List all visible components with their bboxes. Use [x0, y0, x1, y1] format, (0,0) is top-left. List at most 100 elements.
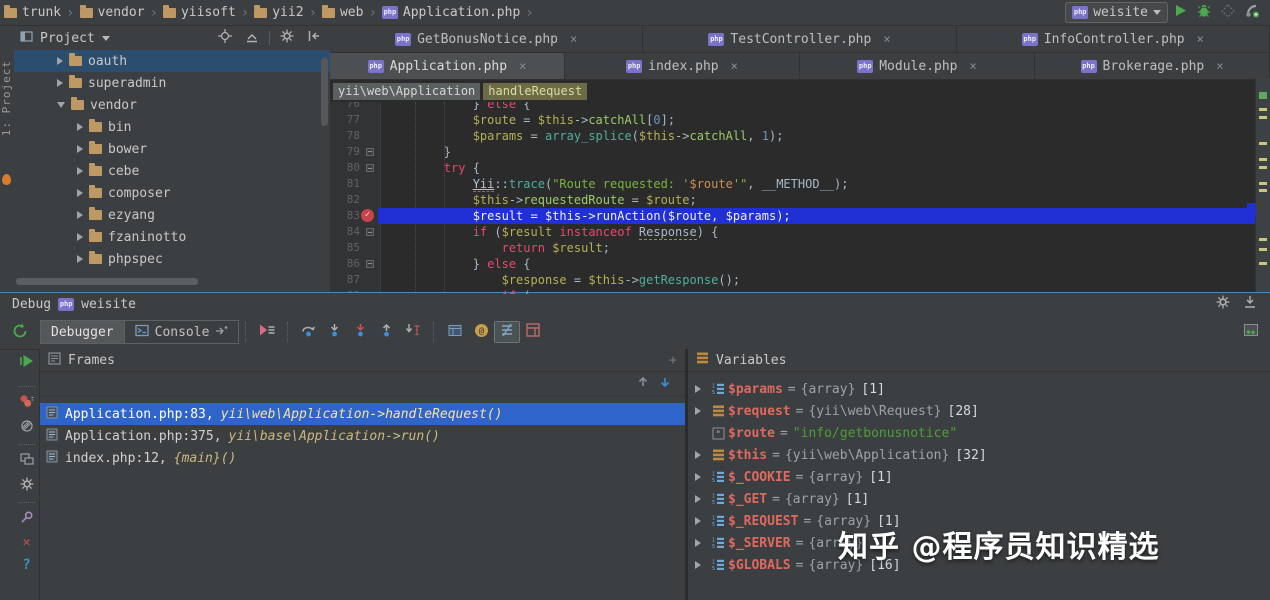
- debug-settings-button[interactable]: [1213, 294, 1233, 314]
- chevron-right-icon[interactable]: [688, 539, 708, 547]
- hide-panel-button[interactable]: [304, 28, 324, 48]
- variable-row-this[interactable]: $this={yii\web\Application}[32]: [688, 444, 1270, 466]
- tool-button-project[interactable]: 1: Project: [0, 60, 13, 136]
- debug-button[interactable]: [1192, 2, 1216, 24]
- project-settings-button[interactable]: [277, 28, 297, 48]
- breadcrumb-item[interactable]: phpApplication.php: [382, 5, 520, 20]
- stack-frame-row[interactable]: Application.php:375, yii\base\Applicatio…: [40, 425, 685, 447]
- tree-item-oauth[interactable]: oauth: [14, 50, 330, 72]
- tree-item-ezyang[interactable]: ezyang: [14, 204, 330, 226]
- resume-button[interactable]: [20, 354, 34, 372]
- chevron-right-icon[interactable]: [77, 233, 83, 241]
- chevron-right-icon[interactable]: [77, 145, 83, 153]
- chevron-right-icon[interactable]: [688, 451, 708, 459]
- editor-tab[interactable]: phpindex.php×: [565, 53, 800, 79]
- rerun-button[interactable]: [0, 323, 40, 342]
- vertical-scrollbar[interactable]: [321, 58, 328, 126]
- breadcrumb-item[interactable]: yiisoft: [163, 5, 236, 20]
- close-button[interactable]: ✕: [23, 535, 31, 550]
- variable-row-params[interactable]: 15$params={array}[1]: [688, 378, 1270, 400]
- restore-layout-button[interactable]: [20, 452, 34, 470]
- force-step-into-button[interactable]: [348, 321, 374, 343]
- breadcrumb-item[interactable]: web: [322, 5, 363, 20]
- fold-marker-icon[interactable]: [366, 164, 374, 172]
- chevron-right-icon[interactable]: [688, 407, 708, 415]
- next-frame-button[interactable]: [659, 376, 671, 392]
- fold-marker-icon[interactable]: [366, 260, 374, 268]
- settings-button[interactable]: [20, 477, 34, 495]
- help-button[interactable]: ?: [22, 557, 30, 573]
- view-breakpoints-button[interactable]: [442, 321, 468, 343]
- stack-frame-row[interactable]: Application.php:83, yii\web\Application-…: [40, 403, 685, 425]
- editor-tab[interactable]: phpModule.php×: [800, 53, 1035, 79]
- close-icon[interactable]: ×: [731, 59, 738, 73]
- chevron-right-icon[interactable]: [77, 255, 83, 263]
- tree-item-fzaninotto[interactable]: fzaninotto: [14, 226, 330, 248]
- tree-item-cebe[interactable]: cebe: [14, 160, 330, 182]
- chevron-right-icon[interactable]: [77, 211, 83, 219]
- close-icon[interactable]: ×: [1197, 32, 1204, 46]
- error-stripe[interactable]: [1255, 78, 1270, 292]
- collapse-all-button[interactable]: [242, 28, 262, 48]
- editor-tab[interactable]: phpApplication.php×: [330, 53, 565, 79]
- chevron-right-icon[interactable]: [688, 517, 708, 525]
- project-title[interactable]: Project: [40, 31, 95, 46]
- close-icon[interactable]: ×: [883, 32, 890, 46]
- debug-tab-console[interactable]: Console: [124, 320, 240, 344]
- code-editor[interactable]: 76 } else {77 $route = $this->catchAll[0…: [330, 102, 1270, 294]
- previous-frame-button[interactable]: [637, 376, 649, 392]
- chevron-right-icon[interactable]: [688, 495, 708, 503]
- breadcrumb-item[interactable]: yii2: [254, 5, 303, 20]
- variable-row-request[interactable]: $request={yii\web\Request}[28]: [688, 400, 1270, 422]
- screenshot-button[interactable]: [1238, 321, 1264, 343]
- step-into-button[interactable]: [322, 321, 348, 343]
- locate-file-button[interactable]: [215, 28, 235, 48]
- chevron-right-icon[interactable]: [57, 57, 63, 65]
- add-frame-filter[interactable]: +: [669, 353, 677, 368]
- variable-row-_COOKIE[interactable]: 15$_COOKIE={array}[1]: [688, 466, 1270, 488]
- stack-frame-row[interactable]: index.php:12, {main}(): [40, 447, 685, 469]
- breakpoint-icon[interactable]: ✓: [361, 209, 374, 222]
- horizontal-scrollbar[interactable]: [16, 278, 198, 285]
- editor-tab[interactable]: phpInfoController.php×: [957, 26, 1270, 52]
- run-button[interactable]: [1168, 2, 1192, 24]
- fold-marker-icon[interactable]: [366, 148, 374, 156]
- step-out-button[interactable]: [374, 321, 400, 343]
- view-breakpoints-button[interactable]: [19, 394, 34, 412]
- variable-row-_GET[interactable]: 15$_GET={array}[1]: [688, 488, 1270, 510]
- chevron-right-icon[interactable]: [77, 167, 83, 175]
- pin-tab-button[interactable]: [20, 510, 34, 528]
- run-configuration-select[interactable]: php weisite: [1065, 2, 1168, 23]
- editor-tab[interactable]: phpTestController.php×: [643, 26, 956, 52]
- close-icon[interactable]: ×: [570, 32, 577, 46]
- close-icon[interactable]: ×: [1216, 59, 1223, 73]
- context-chip-class[interactable]: yii\web\Application: [333, 83, 480, 100]
- tree-item-superadmin[interactable]: superadmin: [14, 72, 330, 94]
- tree-item-composer[interactable]: composer: [14, 182, 330, 204]
- mute-breakpoints-button[interactable]: [20, 419, 34, 437]
- close-icon[interactable]: ×: [519, 59, 526, 73]
- fold-marker-icon[interactable]: [366, 228, 374, 236]
- coverage-button[interactable]: [1216, 2, 1240, 24]
- chevron-right-icon[interactable]: [77, 189, 83, 197]
- editor-tab[interactable]: phpBrokerage.php×: [1035, 53, 1270, 79]
- listen-debug-button[interactable]: [1240, 2, 1264, 24]
- chevron-down-icon[interactable]: [102, 36, 110, 41]
- chevron-right-icon[interactable]: [688, 561, 708, 569]
- chevron-right-icon[interactable]: [688, 473, 708, 481]
- auto-variables-mode-button[interactable]: [494, 321, 520, 343]
- close-icon[interactable]: ×: [970, 59, 977, 73]
- restore-layout-button[interactable]: [520, 321, 546, 343]
- breadcrumb-item[interactable]: trunk: [4, 5, 61, 20]
- hide-debug-button[interactable]: [1240, 294, 1260, 314]
- editor-tab[interactable]: phpGetBonusNotice.php×: [330, 26, 643, 52]
- variable-row-route[interactable]: "$route="info/getbonusnotice": [688, 422, 1270, 444]
- context-chip-method[interactable]: handleRequest: [483, 83, 587, 100]
- debug-tab-debugger[interactable]: Debugger: [40, 320, 125, 344]
- tree-item-bin[interactable]: bin: [14, 116, 330, 138]
- tree-item-phpspec[interactable]: phpspec: [14, 248, 330, 270]
- chevron-right-icon[interactable]: [57, 79, 63, 87]
- step-over-button[interactable]: [296, 321, 322, 343]
- evaluate-expression-button[interactable]: @: [468, 321, 494, 343]
- chevron-right-icon[interactable]: [688, 385, 708, 393]
